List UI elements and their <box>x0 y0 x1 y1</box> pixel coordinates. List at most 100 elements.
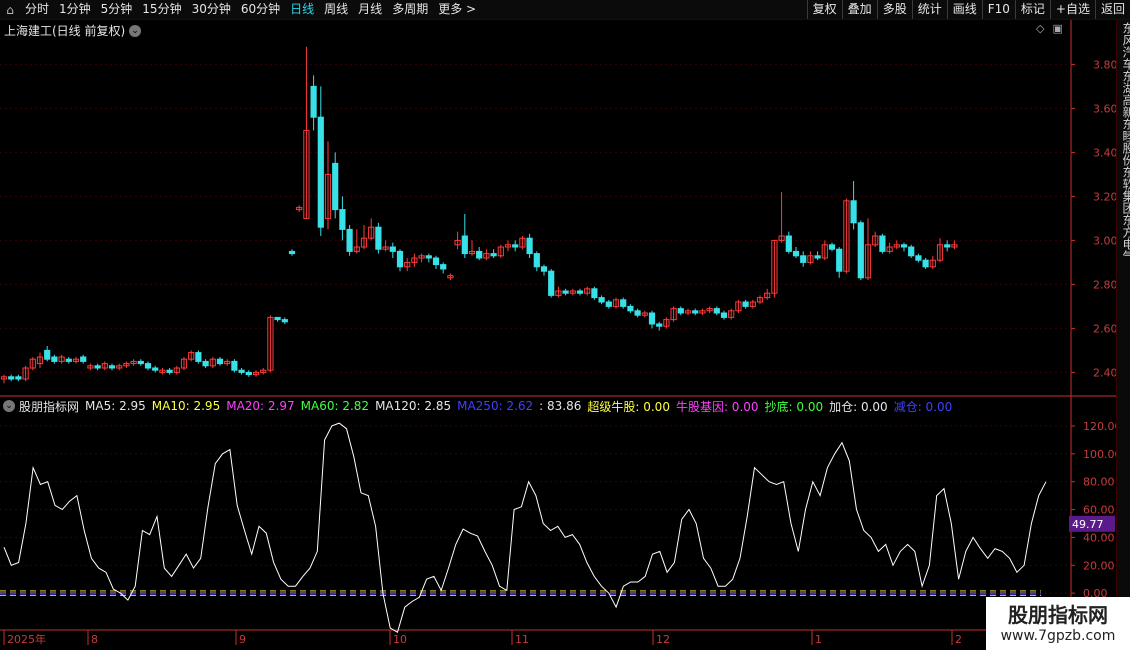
logo-url: www.7gpzb.com <box>1000 627 1116 644</box>
candle-body <box>195 352 202 362</box>
indicator-tick-label: 60.00 <box>1083 504 1115 517</box>
candle-body <box>533 253 540 268</box>
price-tick-label: 3.40 <box>1093 146 1116 159</box>
candle-body <box>51 356 58 362</box>
candle-body <box>620 299 627 307</box>
candle-body <box>339 209 346 230</box>
date-label: 8 <box>91 633 98 646</box>
candle-body <box>490 253 497 257</box>
candle-body <box>526 237 533 255</box>
indicator-tick-label: 80.00 <box>1083 476 1115 489</box>
candle-body <box>742 301 749 307</box>
price-tick-label: 2.40 <box>1093 366 1116 379</box>
kline-chart[interactable]: 3.80 3.60 3.40 3.20 3.00 2.80 2.60 2.40 120.00 10… <box>0 0 1116 650</box>
candle-body <box>677 308 684 314</box>
candle-body <box>137 360 144 365</box>
candle-body <box>648 312 656 325</box>
indicator-tick-label: 100.00 <box>1083 448 1116 461</box>
candle-body <box>850 200 857 224</box>
indicator-value-8: 超级牛股: 0.00 <box>587 399 670 414</box>
candle-body <box>562 290 569 294</box>
price-tick-label: 3.80 <box>1093 58 1116 71</box>
site-logo: 股朋指标网 www.7gpzb.com <box>986 597 1130 650</box>
candle-body <box>317 116 324 228</box>
candle-body <box>216 358 224 365</box>
candle-body <box>605 301 612 307</box>
right-stock-list[interactable]: 东风汽车东湖高新东睦股份东软集团东方电气 <box>1116 20 1130 650</box>
candle-body <box>576 290 584 294</box>
candle-body <box>152 367 159 371</box>
candle-body <box>332 162 339 211</box>
candle-body <box>720 312 728 318</box>
candle-body <box>245 371 252 376</box>
candle-body <box>166 369 173 373</box>
candle-body <box>231 360 238 371</box>
candle-body <box>915 255 922 261</box>
candle-body <box>634 310 641 316</box>
candle-body <box>598 297 605 303</box>
indicator-value-4: MA60: 2.82 <box>300 399 370 413</box>
candle-body <box>476 250 483 259</box>
candle-body <box>785 235 792 252</box>
indicator-header: ⌄ 股朋指标网 MA5: 2.95 MA10: 2.95 MA20: 2.97 MA60… <box>0 396 1071 416</box>
candle-body <box>540 266 548 272</box>
candle-body <box>44 349 51 360</box>
candle-body <box>857 222 864 279</box>
candle-body <box>440 264 447 270</box>
candle-body <box>288 250 296 255</box>
date-label: 10 <box>393 633 407 646</box>
indicator-value-9: 牛股基因: 0.00 <box>675 399 759 414</box>
date-label: 2025年 <box>7 632 46 646</box>
candle-body <box>202 360 209 367</box>
price-tick-label: 3.20 <box>1093 190 1116 203</box>
candle-body <box>792 250 800 257</box>
candle-body <box>548 270 555 296</box>
logo-title: 股朋指标网 <box>1008 602 1108 627</box>
candle-body <box>692 310 699 314</box>
indicator-value-5: MA120: 2.85 <box>375 399 452 413</box>
price-tick-label: 3.00 <box>1093 234 1116 247</box>
candle-body <box>591 288 598 299</box>
indicator-value-3: MA20: 2.97 <box>226 399 295 413</box>
candle-body <box>828 244 836 250</box>
candle-body <box>512 244 519 248</box>
candle-body <box>656 323 663 327</box>
indicator-value-10: 抄底: 0.00 <box>764 399 824 414</box>
indicator-menu-icon[interactable]: ⌄ <box>3 400 15 412</box>
indicator-value-0: 股朋指标网 <box>19 399 80 414</box>
candle-body <box>375 226 382 250</box>
date-label: 12 <box>656 633 670 646</box>
indicator-value-6: MA250: 2.62 <box>457 399 534 413</box>
candle-body <box>396 250 404 268</box>
indicator-tick-label: 120.00 <box>1083 420 1116 433</box>
indicator-value-2: MA10: 2.95 <box>151 399 221 413</box>
candle-body <box>80 356 87 362</box>
candle-body <box>908 246 915 257</box>
candle-body <box>425 255 432 259</box>
indicator-tick-label: 40.00 <box>1083 531 1115 544</box>
candle-body <box>8 376 15 380</box>
candle-body <box>389 246 396 252</box>
candle-body <box>879 235 886 252</box>
candle-body <box>922 259 929 268</box>
price-tick-label: 2.60 <box>1093 322 1116 335</box>
indicator-line <box>3 422 1047 633</box>
indicator-value-12: 减仓: 0.00 <box>893 399 953 414</box>
price-tick-label: 3.60 <box>1093 102 1116 115</box>
date-label: 9 <box>239 633 246 646</box>
price-tick-label: 2.80 <box>1093 278 1116 291</box>
date-label: 1 <box>815 633 822 646</box>
candle-body <box>461 235 468 255</box>
candle-body <box>900 244 908 248</box>
date-label: 2 <box>955 633 962 646</box>
indicator-value-7: : 83.86 <box>539 399 582 413</box>
candle-body <box>944 244 951 248</box>
candle-body <box>238 369 245 373</box>
candle-body <box>15 376 22 380</box>
right-stock-list-text: 东风汽车东湖高新东睦股份东软集团东方电气 <box>1121 22 1130 262</box>
candle-body <box>346 228 353 252</box>
date-label: 11 <box>515 633 529 646</box>
candle-body <box>144 363 152 369</box>
candle-body <box>800 255 807 263</box>
candle-body <box>310 85 317 118</box>
